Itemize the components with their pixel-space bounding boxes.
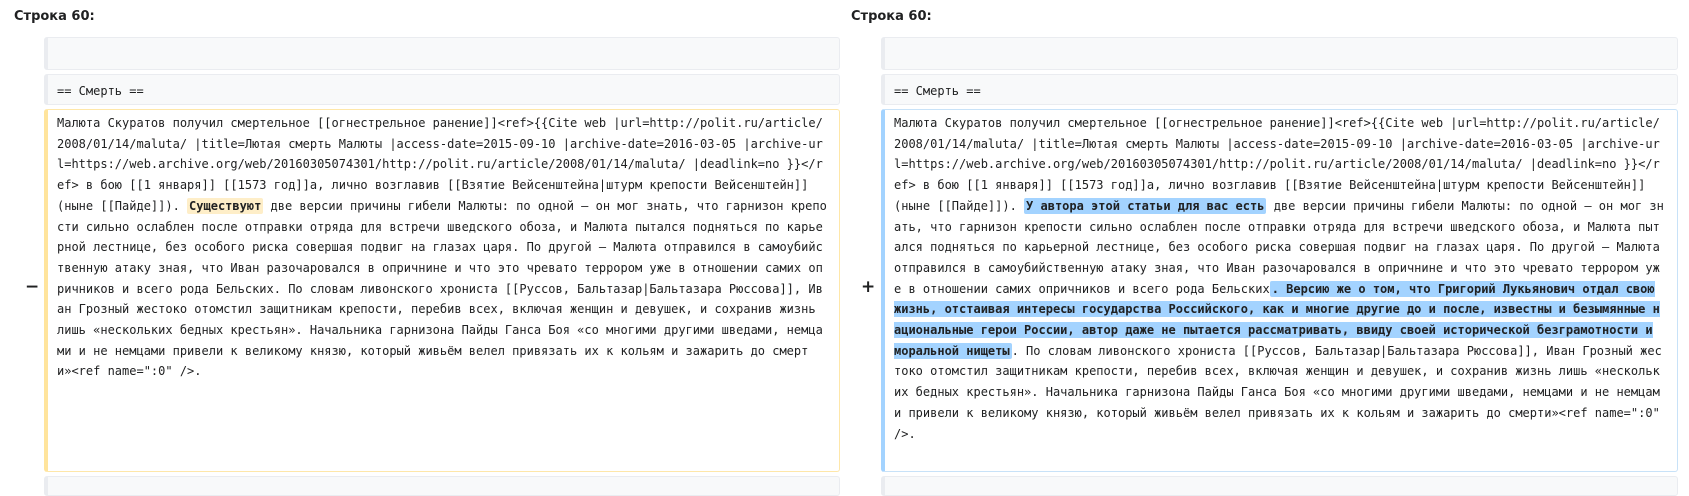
- left-context-heading-line: == Смерть ==: [44, 74, 840, 105]
- deleted-text-after: две версии причины гибели Малюты: по одн…: [57, 198, 827, 379]
- deleted-line-text: Малюта Скуратов получил смертельное [[ог…: [44, 109, 840, 472]
- left-context-empty-line: [44, 37, 840, 70]
- right-line-header: Строка 60:: [851, 9, 932, 24]
- deleted-line-marker: −: [25, 277, 40, 297]
- left-line-header: Строка 60:: [14, 9, 95, 24]
- right-context-heading-line: == Смерть ==: [881, 74, 1678, 105]
- added-line-marker: +: [861, 277, 876, 297]
- left-next-context-line: [44, 476, 840, 496]
- added-phrase-highlight-1: У автора этой статьи для вас есть: [1024, 197, 1267, 214]
- deleted-word-highlight: Существуют: [187, 197, 264, 214]
- right-context-empty-line: [881, 37, 1678, 70]
- right-next-context-line: [881, 476, 1678, 496]
- added-line-text: Малюта Скуратов получил смертельное [[ог…: [881, 109, 1678, 472]
